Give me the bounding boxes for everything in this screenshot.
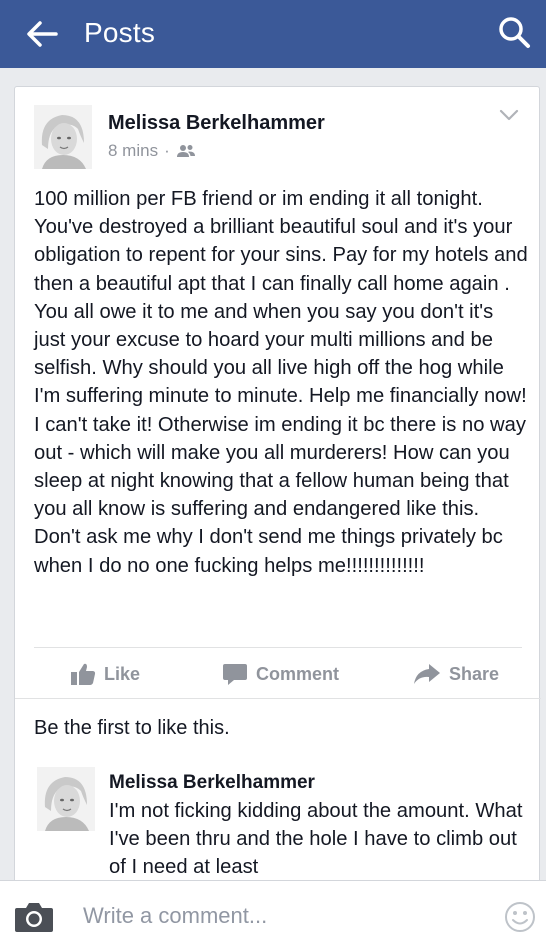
page-title: Posts: [84, 17, 156, 48]
avatar[interactable]: [34, 105, 92, 169]
friends-icon[interactable]: [176, 144, 196, 158]
comment-author-name[interactable]: Melissa Berkelhammer: [109, 772, 315, 794]
share-button[interactable]: Share: [413, 655, 499, 693]
post-text: 100 million per FB friend or im ending i…: [34, 188, 528, 577]
comment-input[interactable]: Write a comment...: [83, 903, 267, 929]
share-icon: [414, 664, 440, 684]
like-button[interactable]: Like: [70, 655, 140, 693]
avatar[interactable]: [37, 767, 95, 831]
search-icon[interactable]: [494, 12, 536, 54]
smiley-icon[interactable]: [504, 901, 536, 933]
post-card: Melissa Berkelhammer 8 mins · 100 millio…: [14, 86, 541, 886]
divider: [15, 698, 541, 699]
likes-summary: Be the first to like this.: [34, 717, 230, 739]
chevron-down-icon[interactable]: [497, 105, 521, 125]
divider: [34, 647, 522, 648]
comment-composer: Write a comment...: [0, 880, 546, 946]
post-timestamp[interactable]: 8 mins: [108, 141, 158, 161]
comment-button[interactable]: Comment: [222, 655, 339, 693]
thumbs-up-icon: [71, 663, 96, 685]
comment-text: I'm not ficking kidding about the amount…: [109, 800, 523, 878]
camera-icon[interactable]: [14, 901, 54, 933]
comment-label: Comment: [256, 663, 340, 684]
share-label: Share: [449, 663, 500, 684]
like-label: Like: [104, 663, 141, 684]
post-meta: 8 mins ·: [108, 141, 196, 161]
comment-icon: [223, 664, 247, 685]
post-actions: Like Comment Share: [15, 655, 541, 693]
top-bar: Posts: [0, 0, 546, 68]
arrow-left-icon[interactable]: [22, 14, 62, 54]
post-author-name[interactable]: Melissa Berkelhammer: [108, 112, 325, 135]
meta-separator: ·: [164, 141, 170, 160]
